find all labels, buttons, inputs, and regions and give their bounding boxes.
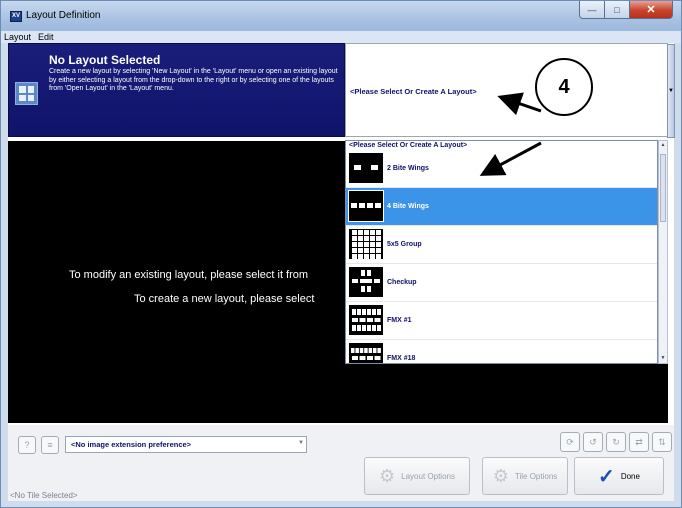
layout-option-label: 4 Bite Wings [387, 203, 429, 210]
layout-thumbnail [349, 267, 383, 297]
rotate-right-icon[interactable]: ↻ [606, 432, 626, 452]
minimize-button[interactable]: — [579, 1, 605, 19]
done-button[interactable]: ✓ Done [574, 457, 664, 495]
image-extension-value: <No image extension preference> [71, 440, 192, 449]
callout-number-badge: 4 [535, 58, 593, 116]
gear-icon: ⚙ [492, 465, 509, 486]
checkmark-icon: ✓ [598, 465, 615, 488]
layout-option-2-bite-wings[interactable]: 2 Bite Wings [346, 150, 657, 188]
close-button[interactable]: ✕ [630, 1, 673, 19]
tile-options-label: Tile Options [514, 471, 558, 481]
layout-options-label: Layout Options [401, 471, 455, 481]
layout-info-panel: No Layout Selected Create a new layout b… [8, 43, 345, 137]
header-description: Create a new layout by selecting 'New La… [49, 68, 338, 92]
layout-thumbnail [349, 229, 383, 259]
layout-definition-window: XV Layout Definition — □ ✕ Layout Edit N… [0, 0, 682, 508]
bottom-toolbar: ? ≡ <No image extension preference> ▼ ⟳ … [8, 425, 674, 501]
help-icon[interactable]: ? [18, 436, 36, 454]
layout-select-dropdown[interactable]: <Please Select Or Create A Layout> ▼ [345, 43, 675, 138]
menu-bar: Layout Edit [1, 31, 681, 43]
layout-options-button[interactable]: ⚙ Layout Options [364, 457, 470, 495]
preview-message-modify: To modify an existing layout, please sel… [69, 269, 309, 281]
status-text: <No Tile Selected> [10, 491, 78, 500]
layout-dropdown-list: <Please Select Or Create A Layout> 2 Bit… [345, 140, 658, 364]
scroll-down-icon[interactable]: ▼ [659, 354, 667, 363]
layout-option-label: 5x5 Group [387, 241, 422, 248]
tile-options-button[interactable]: ⚙ Tile Options [482, 457, 568, 495]
layout-option-label: 2 Bite Wings [387, 165, 429, 172]
menu-edit[interactable]: Edit [38, 32, 54, 42]
layout-option-4-bite-wings[interactable]: 4 Bite Wings [346, 188, 657, 226]
window-controls: — □ ✕ [579, 1, 675, 19]
mirror-icon[interactable]: ⇅ [652, 432, 672, 452]
rotate-left-icon[interactable]: ↺ [583, 432, 603, 452]
layout-option-fmx-18[interactable]: FMX #18 [346, 340, 657, 363]
dropdown-scrollbar[interactable]: ▲ ▼ [658, 140, 668, 364]
chevron-down-icon: ▼ [298, 440, 304, 446]
layout-option-label: FMX #1 [387, 317, 412, 324]
flip-icon[interactable]: ⇄ [629, 432, 649, 452]
chevron-down-icon[interactable]: ▼ [667, 44, 675, 138]
layout-option-checkup[interactable]: Checkup [346, 264, 657, 302]
layout-thumbnail [349, 305, 383, 335]
image-extension-select[interactable]: <No image extension preference> ▼ [65, 436, 307, 453]
title-bar[interactable]: XV Layout Definition — □ ✕ [1, 1, 681, 31]
layout-thumbnail [348, 190, 384, 222]
layout-option-label: Checkup [387, 279, 417, 286]
header-title: No Layout Selected [49, 53, 161, 67]
rotate-tile-icon[interactable]: ⟳ [560, 432, 580, 452]
layout-option-fmx-1[interactable]: FMX #1 [346, 302, 657, 340]
dropdown-header-option[interactable]: <Please Select Or Create A Layout> [346, 141, 657, 150]
scroll-up-icon[interactable]: ▲ [659, 141, 667, 150]
maximize-button[interactable]: □ [605, 1, 630, 19]
layout-grid-icon [15, 82, 38, 105]
preview-message-create: To create a new layout, please select [134, 293, 315, 305]
layout-option-5x5-group[interactable]: 5x5 Group [346, 226, 657, 264]
layout-thumbnail [349, 343, 383, 363]
list-icon[interactable]: ≡ [41, 436, 59, 454]
window-title: Layout Definition [26, 10, 101, 21]
gear-icon: ⚙ [379, 465, 396, 486]
scrollbar-thumb[interactable] [660, 154, 666, 222]
menu-layout[interactable]: Layout [4, 32, 31, 42]
layout-option-label: FMX #18 [387, 355, 416, 362]
app-icon: XV [10, 11, 22, 22]
layout-thumbnail [349, 153, 383, 183]
layout-select-value: <Please Select Or Create A Layout> [350, 87, 477, 96]
done-label: Done [620, 471, 640, 481]
